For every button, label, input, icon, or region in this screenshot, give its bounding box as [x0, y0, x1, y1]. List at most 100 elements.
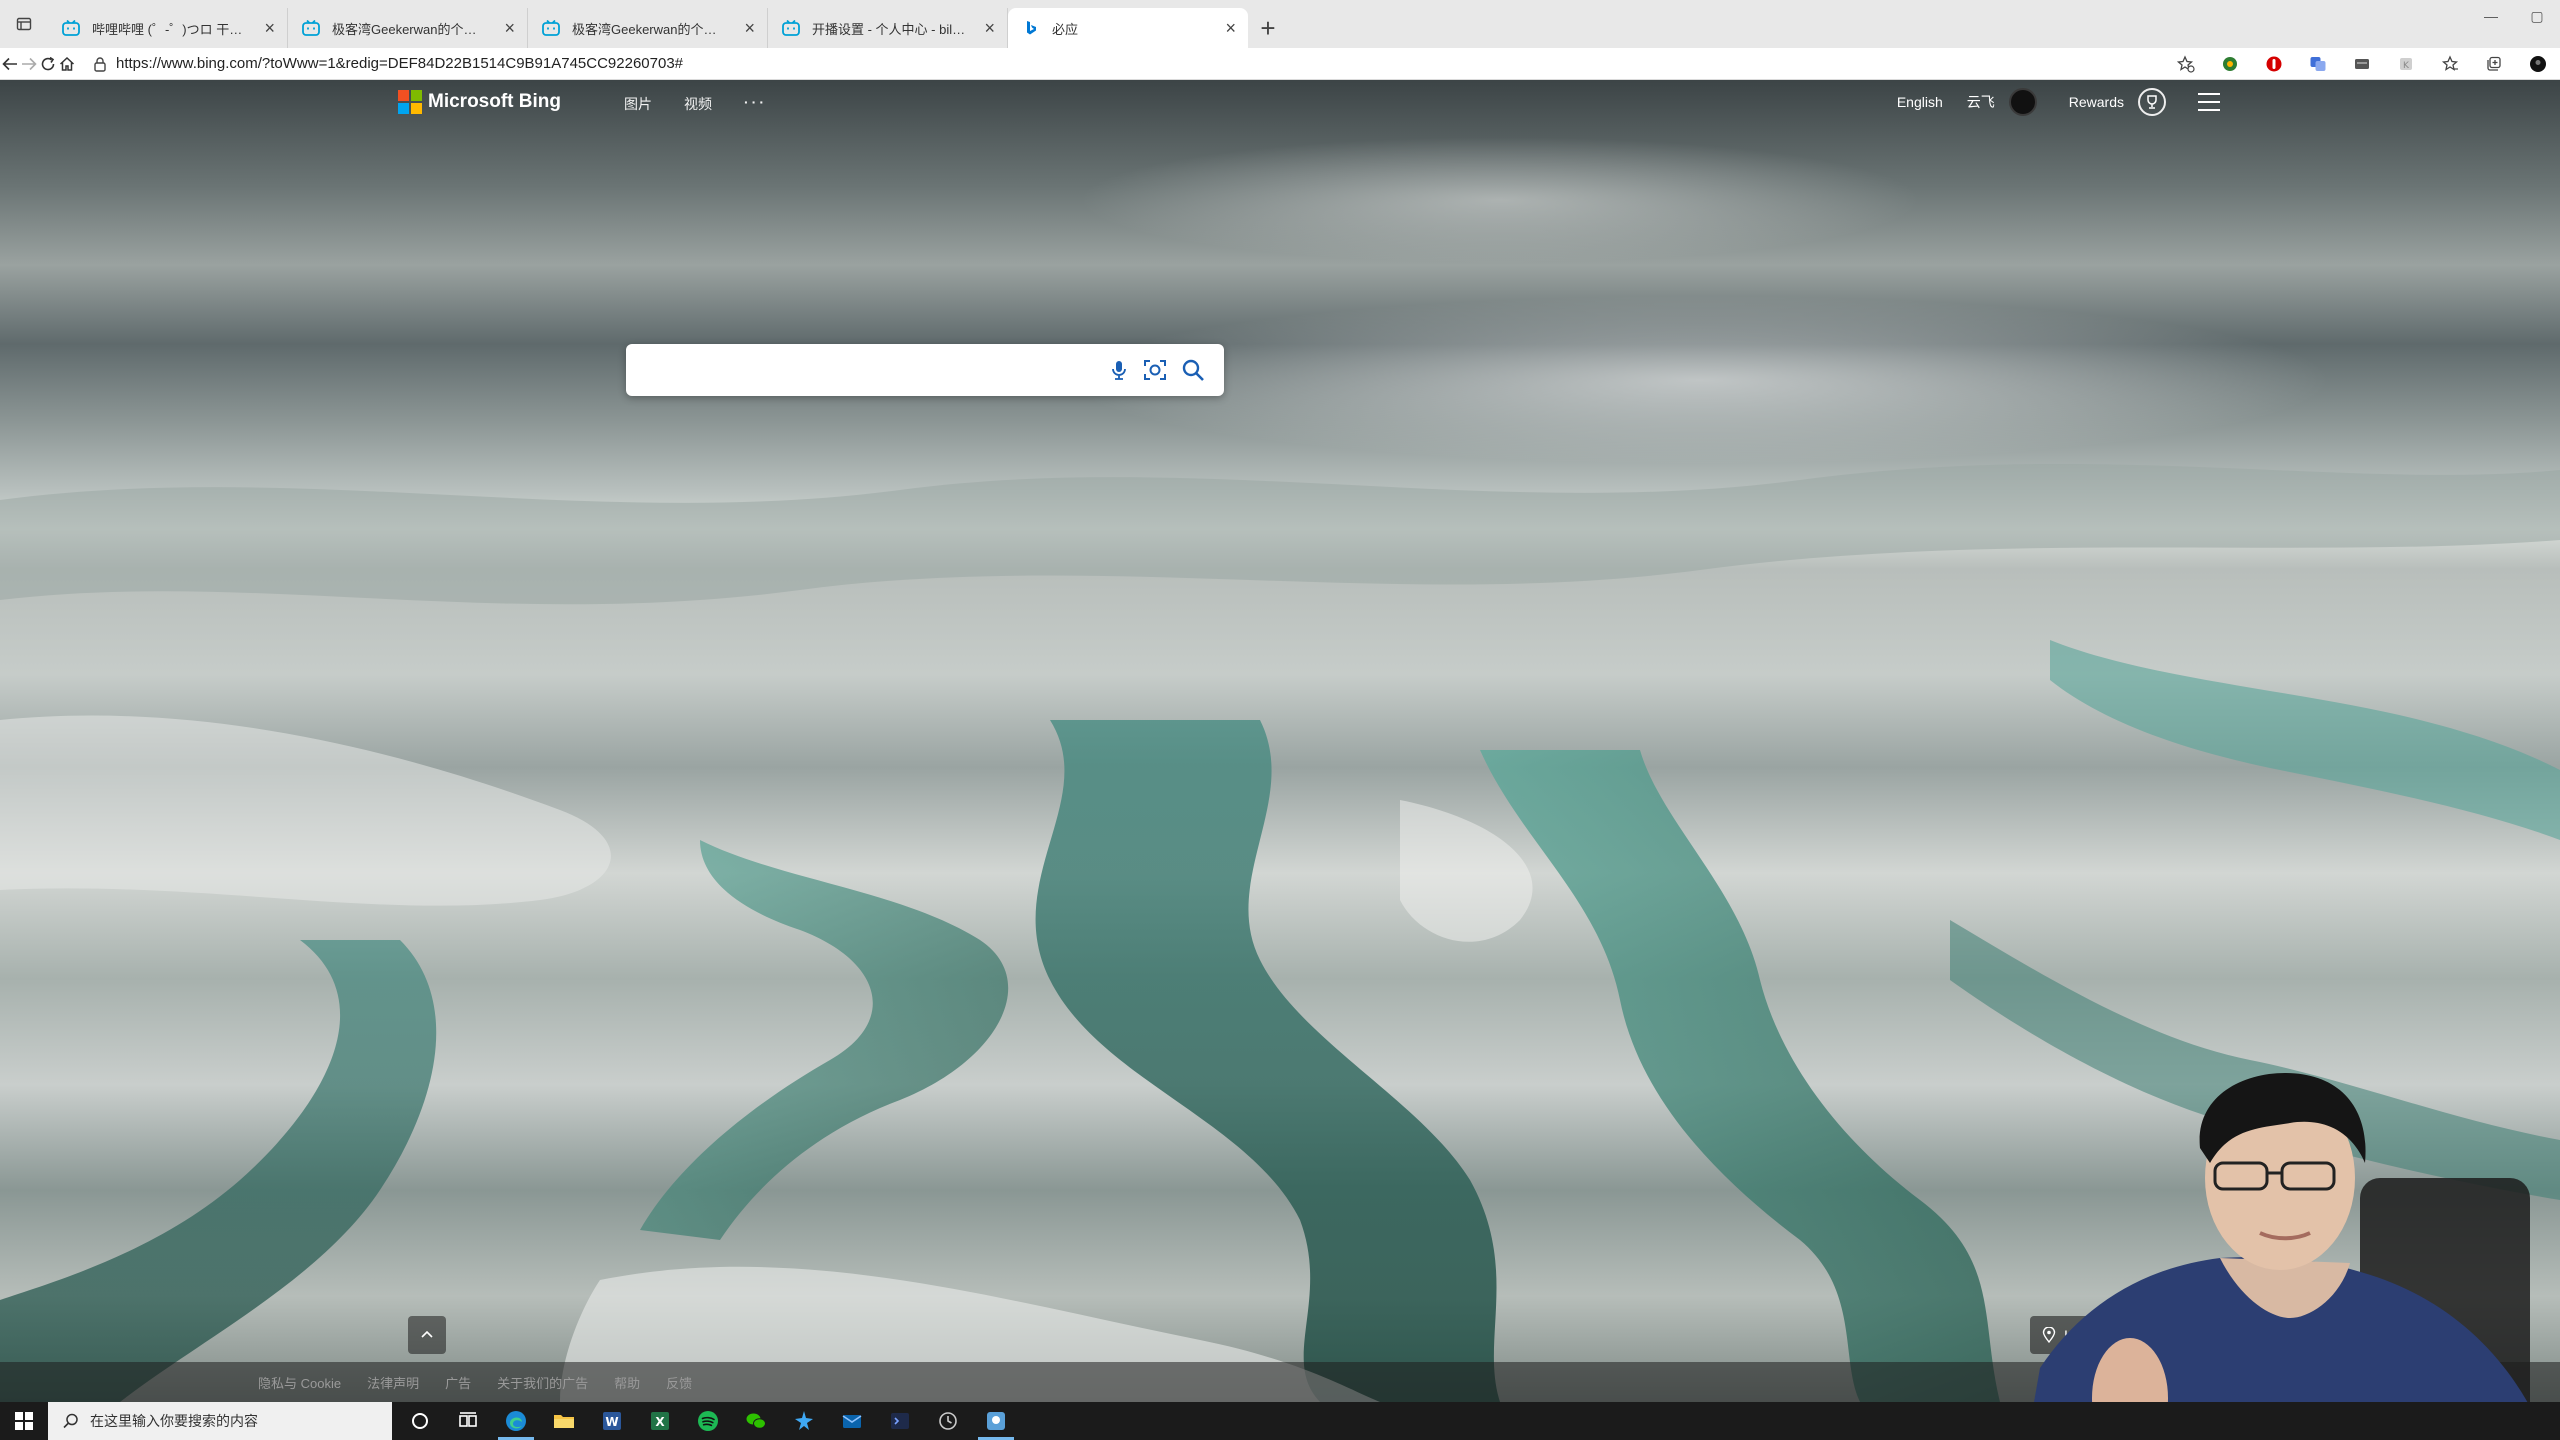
active-app-icon: [987, 1412, 1005, 1430]
tab-bilibili-home[interactable]: 哔哩哔哩 (゜-゜)つロ 干杯~-bilibili ×: [48, 8, 288, 48]
taskbar-file-explorer[interactable]: [540, 1402, 588, 1440]
terminal-icon: [891, 1413, 909, 1429]
extension-translate-button[interactable]: [2296, 48, 2340, 80]
taskbar-search[interactable]: 在这里输入你要搜索的内容: [48, 1402, 392, 1440]
tab-close-button[interactable]: ×: [504, 18, 515, 38]
profile-avatar-icon: [2530, 55, 2546, 72]
bing-header: Microsoft Bing 图片 视频 ··· English 云飞 Rewa…: [0, 80, 2560, 124]
address-bar[interactable]: https://www.bing.com/?toWww=1&redig=DEF8…: [84, 50, 2044, 78]
window-controls: — ▢: [2468, 0, 2560, 32]
taskbar-clock[interactable]: [924, 1402, 972, 1440]
refresh-icon: [41, 56, 54, 70]
extension-grey-button[interactable]: K: [2384, 48, 2428, 80]
rewards-link[interactable]: Rewards: [2069, 94, 2124, 110]
clock-icon: [939, 1412, 957, 1430]
start-button[interactable]: [0, 1402, 48, 1440]
file-explorer-icon: [554, 1415, 574, 1428]
taskbar-active-app[interactable]: [972, 1402, 1020, 1440]
lock-icon: [94, 56, 106, 72]
taskbar-terminal[interactable]: [876, 1402, 924, 1440]
footer-link-help[interactable]: 帮助: [614, 1373, 640, 1392]
search-input[interactable]: [644, 356, 1104, 384]
bilibili-icon: [302, 19, 320, 36]
microsoft-bing-logo[interactable]: Microsoft Bing: [398, 90, 561, 114]
task-view-button[interactable]: [444, 1402, 492, 1440]
microphone-icon[interactable]: [1106, 357, 1132, 383]
taskbar-app[interactable]: [780, 1402, 828, 1440]
footer-link-privacy[interactable]: 隐私与 Cookie: [258, 1373, 341, 1392]
wechat-icon: [746, 1413, 766, 1429]
search-icon[interactable]: [1180, 357, 1206, 383]
nav-videos-link[interactable]: 视频: [684, 94, 712, 114]
footer-link-legal[interactable]: 法律声明: [367, 1373, 419, 1392]
taskbar-spotify[interactable]: [684, 1402, 732, 1440]
tab-geekerwan-space-2[interactable]: 极客湾Geekerwan的个人空间 - 哔哩哔哩 ×: [528, 8, 768, 48]
bilibili-icon: [542, 19, 560, 36]
tab-close-button[interactable]: ×: [744, 18, 755, 38]
tab-close-button[interactable]: ×: [264, 18, 275, 38]
svg-text:W: W: [605, 1415, 618, 1429]
nav-images-link[interactable]: 图片: [624, 94, 652, 114]
cortana-button[interactable]: [396, 1402, 444, 1440]
taskbar-apps: W X: [396, 1402, 1020, 1440]
favorites-button[interactable]: [2428, 48, 2472, 80]
red-stop-icon: [2266, 56, 2282, 71]
bing-header-right: English 云飞 Rewards: [1897, 88, 2220, 116]
back-button[interactable]: [0, 48, 19, 80]
taskbar-edge[interactable]: [492, 1402, 540, 1440]
username-label[interactable]: 云飞: [1967, 92, 1995, 112]
taskbar-wechat[interactable]: [732, 1402, 780, 1440]
user-avatar[interactable]: [2008, 88, 2037, 116]
tab-live-settings[interactable]: 开播设置 - 个人中心 - bilibili link ×: [768, 8, 1008, 48]
tab-actions-button[interactable]: [0, 0, 48, 48]
tab-close-button[interactable]: ×: [1225, 18, 1236, 38]
browser-toolbar: https://www.bing.com/?toWww=1&redig=DEF8…: [0, 48, 2560, 80]
new-tab-button[interactable]: +: [1248, 8, 1288, 48]
taskbar-search-placeholder: 在这里输入你要搜索的内容: [90, 1413, 258, 1429]
menu-hamburger-icon[interactable]: [2198, 93, 2220, 111]
extension-green-button[interactable]: [2208, 48, 2252, 80]
minimize-icon[interactable]: —: [2468, 0, 2514, 32]
footer-link-about-ads[interactable]: 关于我们的广告: [497, 1373, 588, 1392]
taskbar-mail[interactable]: [828, 1402, 876, 1440]
maximize-icon[interactable]: ▢: [2514, 0, 2560, 32]
refresh-button[interactable]: [38, 48, 57, 80]
home-icon: [59, 56, 74, 71]
forward-button[interactable]: [19, 48, 38, 80]
nav-more-link[interactable]: ···: [744, 94, 767, 114]
chevron-up-icon: [421, 1330, 433, 1338]
mail-icon: [842, 1415, 862, 1428]
home-button[interactable]: [57, 48, 76, 80]
url-text: https://www.bing.com/?toWww=1&redig=DEF8…: [116, 55, 684, 72]
language-link[interactable]: English: [1897, 94, 1943, 110]
favorite-star-button[interactable]: [2164, 48, 2208, 80]
green-leaf-icon: [2223, 56, 2237, 71]
collections-button[interactable]: [2472, 48, 2516, 80]
rewards-trophy-icon[interactable]: [2138, 88, 2166, 116]
bilibili-icon: [782, 19, 800, 36]
spotify-icon: [698, 1411, 718, 1431]
taskbar-excel[interactable]: X: [636, 1402, 684, 1440]
footer-link-ads[interactable]: 广告: [445, 1373, 471, 1392]
excel-icon: X: [651, 1412, 669, 1430]
monitor-icon: [2355, 58, 2369, 69]
browser-tab-strip: 哔哩哔哩 (゜-゜)つロ 干杯~-bilibili × 极客湾Geekerwan…: [0, 0, 2560, 48]
tab-close-button[interactable]: ×: [984, 18, 995, 38]
collections-icon: [2487, 56, 2501, 71]
windows-logo-icon: [15, 1412, 33, 1430]
back-arrow-icon: [1, 57, 17, 70]
tab-geekerwan-space[interactable]: 极客湾Geekerwan的个人空间 - 哔哩哔哩 ×: [288, 8, 528, 48]
webcam-overlay: [2020, 1068, 2560, 1402]
word-icon: W: [603, 1412, 621, 1430]
profile-button[interactable]: [2516, 48, 2560, 80]
puzzle-icon: K: [2400, 57, 2412, 71]
extension-bar: K: [2164, 48, 2560, 80]
extension-red-button[interactable]: [2252, 48, 2296, 80]
app-icon: [795, 1411, 813, 1430]
tab-bing[interactable]: 必应 ×: [1008, 8, 1248, 48]
visual-search-icon[interactable]: [1142, 357, 1168, 383]
scroll-up-button[interactable]: [408, 1316, 446, 1354]
taskbar-word[interactable]: W: [588, 1402, 636, 1440]
extension-dark-button[interactable]: [2340, 48, 2384, 80]
footer-link-feedback[interactable]: 反馈: [666, 1373, 692, 1392]
